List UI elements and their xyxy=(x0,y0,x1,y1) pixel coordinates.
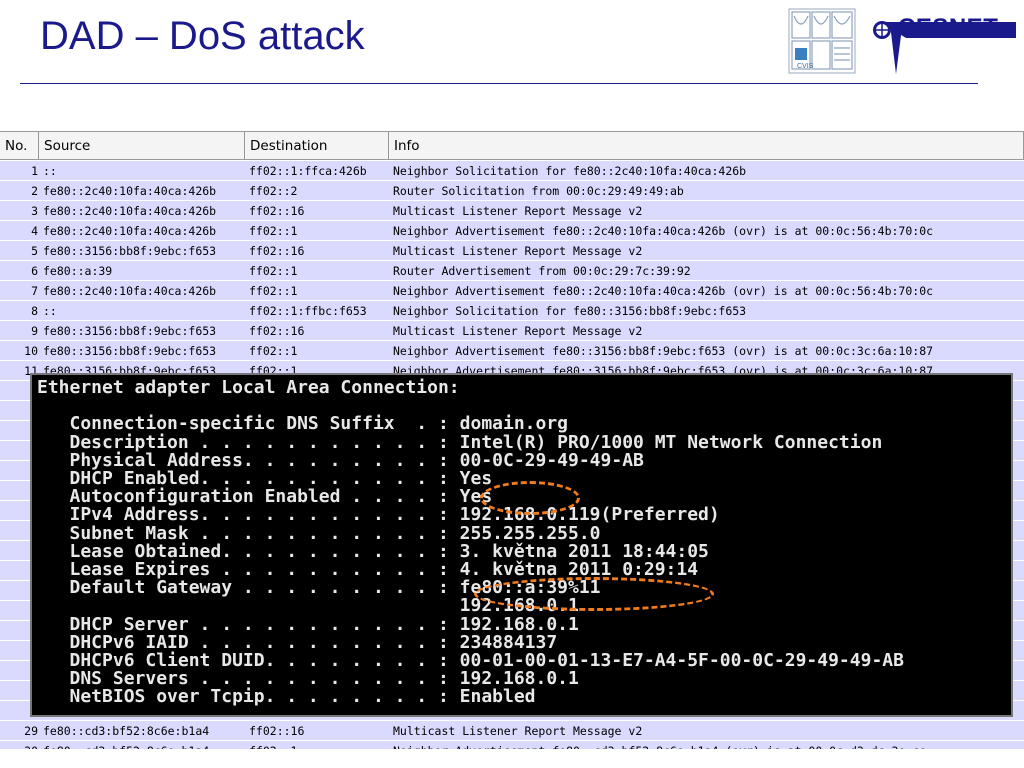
cesnet-text: CESNET xyxy=(898,14,999,41)
table-row[interactable]: 9 fe80::3156:bb8f:9ebc:f653 ff02::16 Multic… xyxy=(0,321,1024,341)
packet-no: 2 xyxy=(31,184,38,198)
table-row[interactable]: 8:: ff02::1:ffbc:f653 Neighbor Solicitatio… xyxy=(0,301,1024,321)
console-line: Ethernet adapter Local Area Connection: xyxy=(37,377,460,398)
packet-destination: ff02::16 xyxy=(249,244,305,258)
packet-destination: ff02::1 xyxy=(249,224,298,238)
packet-no: 7 xyxy=(31,284,38,298)
packet-source: fe80::cd3:bf52:8c6e:b1a4 xyxy=(43,741,243,749)
packet-source: fe80::3156:bb8f:9ebc:f653 xyxy=(43,244,217,258)
packet-info: Neighbor Advertisement fe80::2c40:10fa:4… xyxy=(393,284,934,298)
packet-info: Router Advertisement from 00:0c:29:7c:39… xyxy=(393,264,691,278)
console-line: Connection-specific DNS Suffix . : domai… xyxy=(37,413,569,435)
packet-destination: ff02::16 xyxy=(249,324,305,338)
cvis-logo: CVIS xyxy=(788,8,856,74)
highlight-autoconfiguration xyxy=(480,481,580,515)
packet-destination: ff02::1:ffbc:f653 xyxy=(249,304,367,318)
packet-info: Multicast Listener Report Message v2 xyxy=(393,204,643,218)
packet-source: fe80::2c40:10fa:40ca:426b xyxy=(43,284,217,298)
table-row[interactable]: 3 fe80::2c40:10fa:40ca:426b ff02::16 Multic… xyxy=(0,201,1024,221)
table-row[interactable]: 6 fe80::a:39 ff02::1 Router Advertisement f… xyxy=(0,261,1024,281)
table-row[interactable]: 2 fe80::2c40:10fa:40ca:426b ff02::2 Router … xyxy=(0,181,1024,201)
packet-no: 29 xyxy=(24,724,38,738)
packet-info: Multicast Listener Report Message v2 xyxy=(393,244,643,258)
table-row[interactable]: 7 fe80::2c40:10fa:40ca:426b ff02::1 Neighbo… xyxy=(0,281,1024,301)
column-header-destination[interactable]: Destination xyxy=(245,132,389,160)
packet-no: 5 xyxy=(31,244,38,258)
packet-source: :: xyxy=(43,164,57,178)
title-rule xyxy=(20,83,978,84)
packet-source: fe80::2c40:10fa:40ca:426b xyxy=(43,184,217,198)
table-row[interactable]: 10 fe80::3156:bb8f:9ebc:f653 ff02::1 Neighb… xyxy=(0,341,1024,361)
packet-info: Multicast Listener Report Message v2 xyxy=(393,724,643,738)
table-row[interactable]: 4 fe80::2c40:10fa:40ca:426b ff02::1 Neighbo… xyxy=(0,221,1024,241)
packet-destination: ff02::1 xyxy=(249,264,298,278)
packet-no: 1 xyxy=(31,164,38,178)
table-row[interactable]: 29 fe80::cd3:bf52:8c6e:b1a4 ff02::16 Multic… xyxy=(0,721,1024,741)
packet-no: 10 xyxy=(24,344,38,358)
console-line: DHCP Server . . . . . . . . . . . : 192.… xyxy=(37,613,579,635)
console-line: IPv4 Address. . . . . . . . . . . : 192.… xyxy=(37,504,720,526)
packet-destination: ff02::1 xyxy=(249,741,389,749)
column-header-no[interactable]: No. xyxy=(0,132,39,160)
packet-no: 30 xyxy=(0,741,38,749)
column-header-info[interactable]: Info xyxy=(389,132,1024,160)
packet-destination: ff02::1:ffca:426b xyxy=(249,164,367,178)
highlight-default-gateway xyxy=(474,577,714,611)
table-row[interactable]: 5 fe80::3156:bb8f:9ebc:f653 ff02::16 Multic… xyxy=(0,241,1024,261)
cvis-text: CVIS xyxy=(797,63,814,70)
packet-info: Neighbor Advertisement fe80::3156:bb8f:9… xyxy=(393,344,934,358)
packet-no: 8 xyxy=(31,304,38,318)
packet-no: 4 xyxy=(31,224,38,238)
packet-source: fe80::2c40:10fa:40ca:426b xyxy=(43,204,217,218)
packet-source: :: xyxy=(43,304,57,318)
packet-info: Multicast Listener Report Message v2 xyxy=(393,324,643,338)
packet-info: Neighbor Advertisement fe80::cd3:bf52:8c… xyxy=(393,741,1023,749)
packet-source: fe80::3156:bb8f:9ebc:f653 xyxy=(43,344,217,358)
packet-info: Neighbor Advertisement fe80::2c40:10fa:4… xyxy=(393,224,934,238)
console-line: Subnet Mask . . . . . . . . . . . : 255.… xyxy=(37,522,601,544)
packet-source: fe80::3156:bb8f:9ebc:f653 xyxy=(43,324,217,338)
column-header-source[interactable]: Source xyxy=(39,132,245,160)
table-row[interactable]: 30 fe80::cd3:bf52:8c6e:b1a4 ff02::1 Neighbo… xyxy=(0,741,1024,749)
packet-no: 9 xyxy=(31,324,38,338)
table-row[interactable]: 1:: ff02::1:ffca:426b Neighbor Solicitatio… xyxy=(0,161,1024,181)
packet-info: Neighbor Solicitation for fe80::3156:bb8… xyxy=(393,304,747,318)
packet-source: fe80::a:39 xyxy=(43,264,113,278)
packet-source: fe80::cd3:bf52:8c6e:b1a4 xyxy=(43,724,210,738)
console-line: Description . . . . . . . . . . . : Inte… xyxy=(37,431,883,453)
packet-info: Neighbor Solicitation for fe80::2c40:10f… xyxy=(393,164,747,178)
packet-destination: ff02::1 xyxy=(249,284,298,298)
packet-info: Router Solicitation from 00:0c:29:49:49:… xyxy=(393,184,684,198)
packet-no: 3 xyxy=(31,204,38,218)
packet-destination: ff02::16 xyxy=(249,724,305,738)
slide-title: DAD – DoS attack xyxy=(40,14,365,58)
console-window: Ethernet adapter Local Area Connection: … xyxy=(30,373,1013,717)
packet-source: fe80::2c40:10fa:40ca:426b xyxy=(43,224,217,238)
packet-destination: ff02::1 xyxy=(249,344,298,358)
packet-no: 6 xyxy=(31,264,38,278)
packet-destination: ff02::16 xyxy=(249,204,305,218)
packet-destination: ff02::2 xyxy=(249,184,298,198)
console-line: NetBIOS over Tcpip. . . . . . . . : Enab… xyxy=(37,686,536,708)
